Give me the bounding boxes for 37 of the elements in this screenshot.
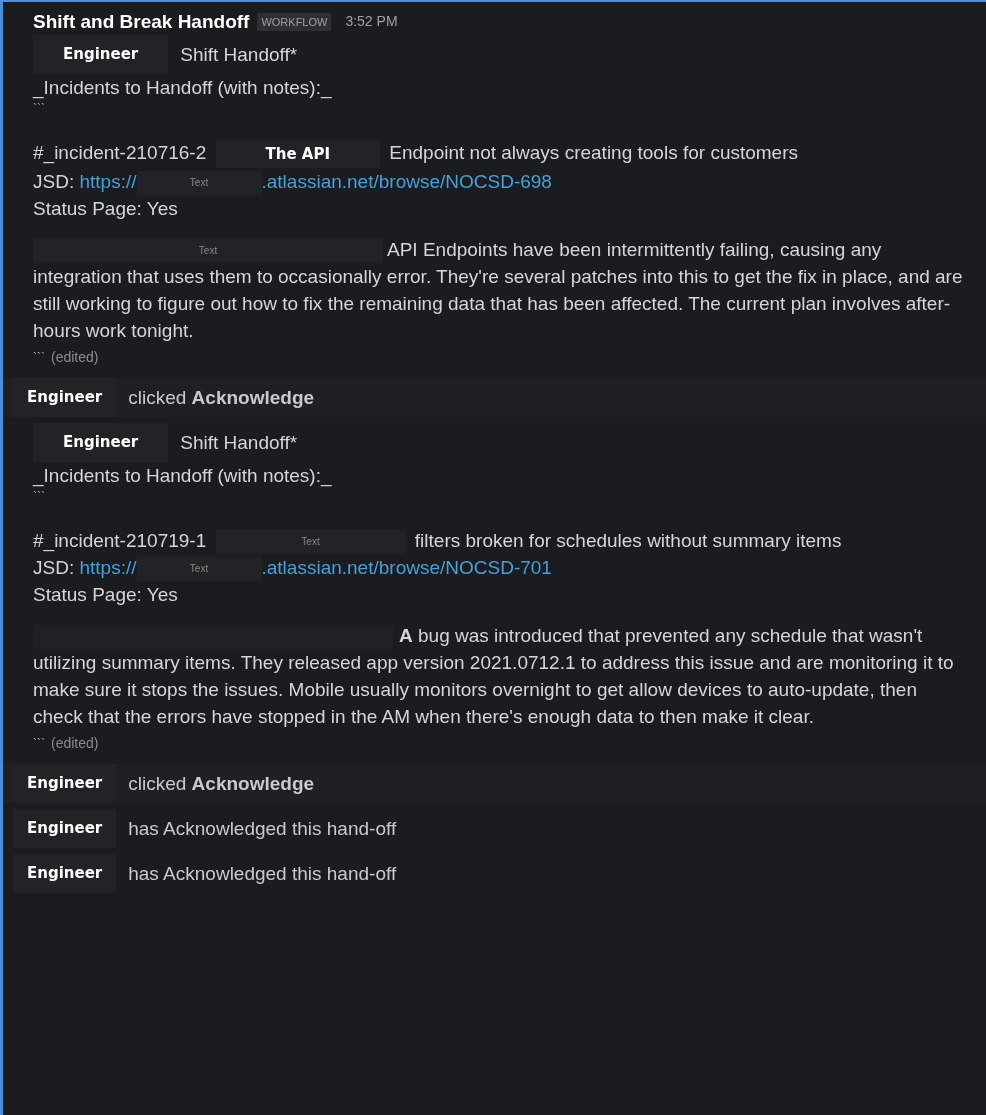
workflow-badge: WORKFLOW bbox=[257, 12, 332, 31]
redacted-block: Text bbox=[136, 557, 262, 581]
code-fence: ``` bbox=[33, 350, 45, 367]
event-text: has Acknowledged this hand-off bbox=[128, 862, 397, 886]
event-text: clicked Acknowledge bbox=[128, 386, 315, 410]
redacted-block: Text bbox=[136, 171, 262, 195]
event-text: clicked Acknowledge bbox=[128, 772, 315, 796]
edited-label: (edited) bbox=[51, 734, 99, 753]
jsd-line: JSD: https:// Text .atlassian.net/browse/NOCSD-698 bbox=[33, 168, 986, 195]
redacted-block: Text bbox=[215, 530, 406, 554]
jsd-link[interactable]: .atlassian.net/browse/NOCSD-698 bbox=[261, 171, 552, 192]
incident-line: #_incident-210719-1 Text filters broken for schedules without summary items bbox=[33, 527, 986, 554]
redacted-block: Text bbox=[33, 239, 383, 263]
handoff-title: Shift Handoff* bbox=[180, 43, 298, 67]
jsd-link[interactable]: .atlassian.net/browse/NOCSD-701 bbox=[261, 557, 552, 578]
section-heading: _Incidents to Handoff (with notes):_ bbox=[33, 464, 333, 489]
incident-tag: The API bbox=[215, 141, 381, 168]
incident-line: #_incident-210716-2 The API Endpoint not always creating tools for customers bbox=[33, 139, 986, 168]
code-fence: ``` bbox=[33, 736, 45, 753]
message-time: 3:52 PM bbox=[345, 12, 398, 31]
author-name[interactable]: Engineer bbox=[13, 854, 117, 893]
author-name[interactable]: Engineer bbox=[33, 423, 169, 462]
jsd-link[interactable]: https:// bbox=[79, 171, 137, 192]
jsd-line: JSD: https:// Text .atlassian.net/browse/NOCSD-701 bbox=[33, 554, 986, 581]
author-name[interactable]: Engineer bbox=[33, 35, 169, 74]
code-fence: ``` bbox=[33, 489, 46, 505]
workflow-name[interactable]: Shift and Break Handoff bbox=[33, 8, 250, 35]
author-name[interactable]: Engineer bbox=[13, 809, 117, 848]
code-fence: ``` bbox=[33, 101, 46, 117]
handoff-title: Shift Handoff* bbox=[180, 431, 298, 455]
incident-notes: Text API Endpoints have been intermittently failing, causing any integration that uses them to occasionally error. They're several patches into this to get the fix in place, and are still working to figure out how to fix the remaining data that has been affected. The current plan involves after-hours work tonight. bbox=[33, 237, 964, 343]
event-text: has Acknowledged this hand-off bbox=[128, 817, 397, 841]
jsd-link[interactable]: https:// bbox=[79, 557, 137, 578]
status-page-line: Status Page: Yes bbox=[33, 583, 179, 607]
status-page-line: Status Page: Yes bbox=[33, 197, 179, 221]
section-heading: _Incidents to Handoff (with notes):_ bbox=[33, 76, 333, 101]
edited-label: (edited) bbox=[51, 348, 99, 367]
